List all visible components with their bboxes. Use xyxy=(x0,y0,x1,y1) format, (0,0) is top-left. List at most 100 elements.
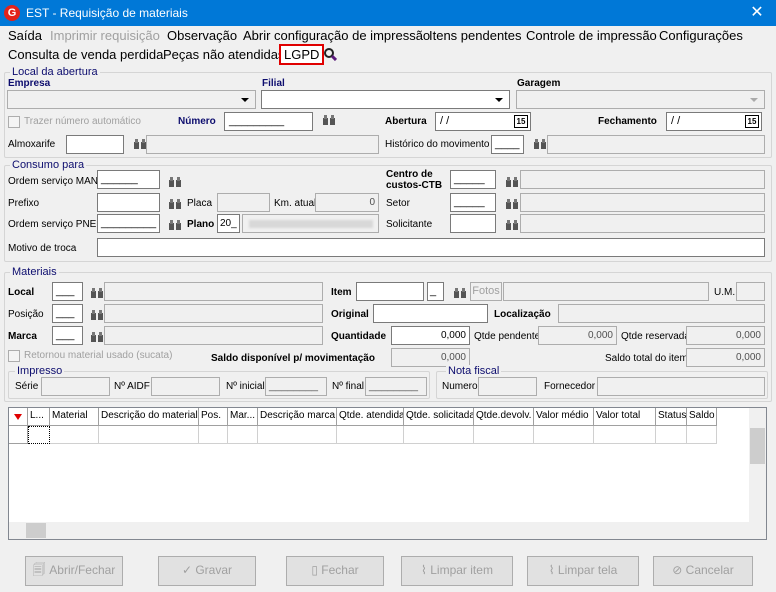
garagem-select[interactable] xyxy=(516,90,765,109)
grid-sort-indicator[interactable] xyxy=(9,408,28,426)
os-pne-input[interactable]: _________ xyxy=(97,214,160,233)
close-button[interactable]: ✕ xyxy=(742,2,772,24)
table-cell[interactable] xyxy=(258,426,337,444)
menu-pecas-nao-atendidas[interactable]: Peças não atendidas xyxy=(163,47,284,62)
table-cell[interactable] xyxy=(687,426,717,444)
table-cell[interactable] xyxy=(337,426,404,444)
menu-lgpd[interactable]: LGPD xyxy=(279,44,325,65)
abertura-date-input[interactable]: / / 15 xyxy=(435,112,531,131)
cancelar-button[interactable]: ⊘ Cancelar xyxy=(653,556,753,586)
binoculars-icon[interactable] xyxy=(91,288,103,301)
binoculars-icon[interactable] xyxy=(506,220,518,233)
km-atual-label: Km. atual xyxy=(274,198,317,209)
horizontal-scrollbar[interactable] xyxy=(9,522,766,539)
menu-observacao[interactable]: Observação xyxy=(167,28,237,43)
item-label: Item xyxy=(331,287,352,298)
binoculars-icon[interactable] xyxy=(506,199,518,212)
fechamento-date-input[interactable]: / / 15 xyxy=(666,112,762,131)
fotos-button[interactable]: Fotos xyxy=(470,282,502,301)
grid-column-header[interactable]: Qtde. atendida xyxy=(337,408,404,426)
grid-column-header[interactable]: Mar... xyxy=(228,408,258,426)
binoculars-icon[interactable] xyxy=(454,288,466,301)
calendar-icon[interactable]: 15 xyxy=(514,115,528,128)
original-input[interactable] xyxy=(373,304,488,323)
motivo-troca-input[interactable] xyxy=(97,238,765,257)
limpar-tela-button[interactable]: ⌇ Limpar tela xyxy=(527,556,639,586)
fornecedor-input xyxy=(597,377,765,396)
table-cell[interactable] xyxy=(474,426,534,444)
marca-input[interactable]: ___ xyxy=(52,326,83,345)
menu-configuracoes[interactable]: Configurações xyxy=(659,28,743,43)
centro-custos-input[interactable]: _____ xyxy=(450,170,496,189)
item-suffix-input[interactable]: _ xyxy=(427,282,444,301)
grid-column-header[interactable]: Status xyxy=(656,408,687,426)
binoculars-icon[interactable] xyxy=(534,139,546,152)
almoxarife-input[interactable] xyxy=(66,135,124,154)
calendar-icon[interactable]: 15 xyxy=(745,115,759,128)
scrollbar-thumb[interactable] xyxy=(26,523,46,538)
table-cell[interactable] xyxy=(656,426,687,444)
table-cell[interactable] xyxy=(228,426,258,444)
table-cell[interactable] xyxy=(28,426,50,444)
binoculars-icon[interactable] xyxy=(506,177,518,190)
table-cell[interactable] xyxy=(594,426,656,444)
retornou-checkbox[interactable] xyxy=(8,350,20,362)
posicao-desc xyxy=(104,304,323,323)
final-input: ________ xyxy=(365,377,427,396)
trazer-numero-checkbox[interactable] xyxy=(8,116,20,128)
posicao-input[interactable]: ___ xyxy=(52,304,83,323)
search-icon[interactable] xyxy=(323,47,337,61)
fechar-button[interactable]: ▯ Fechar xyxy=(286,556,384,586)
grid-column-header[interactable]: Saldo xyxy=(687,408,717,426)
plano-input[interactable]: 20_ xyxy=(217,214,240,233)
filial-select[interactable] xyxy=(261,90,510,109)
materials-grid[interactable]: L... Material Descrição do material Pos. Mar… xyxy=(8,407,767,540)
gravar-button[interactable]: ✓ Gravar xyxy=(158,556,256,586)
binoculars-icon[interactable] xyxy=(169,177,181,190)
item-input[interactable] xyxy=(356,282,424,301)
binoculars-icon[interactable] xyxy=(169,199,181,212)
menu-controle-impressao[interactable]: Controle de impressão xyxy=(526,28,657,43)
abertura-label: Abertura xyxy=(385,116,427,127)
quantidade-input[interactable]: 0,000 xyxy=(391,326,470,345)
setor-input[interactable]: _____ xyxy=(450,193,496,212)
binoculars-icon[interactable] xyxy=(169,220,181,233)
table-cell[interactable] xyxy=(534,426,594,444)
prefixo-input[interactable] xyxy=(97,193,160,212)
table-row[interactable] xyxy=(9,426,749,444)
menu-abrir-configuracao[interactable]: Abrir configuração de impressão xyxy=(243,28,430,43)
menu-itens-pendentes[interactable]: Itens pendentes xyxy=(429,28,522,43)
binoculars-icon[interactable] xyxy=(91,332,103,345)
binoculars-icon[interactable] xyxy=(134,139,146,152)
grid-column-header[interactable]: Qtde. solicitada xyxy=(404,408,474,426)
table-cell[interactable] xyxy=(199,426,228,444)
historico-input[interactable]: ____ xyxy=(491,135,524,154)
grid-column-header[interactable]: Descrição marca xyxy=(258,408,337,426)
os-man-input[interactable]: ______ xyxy=(97,170,160,189)
empresa-select[interactable] xyxy=(7,90,256,109)
abrir-fechar-button[interactable]: 🗐 Abrir/Fechar xyxy=(25,556,123,586)
grid-column-header[interactable]: Qtde.devolv. xyxy=(474,408,534,426)
grid-column-header[interactable]: Valor médio xyxy=(534,408,594,426)
local-input[interactable]: ___ xyxy=(52,282,83,301)
table-cell[interactable] xyxy=(99,426,199,444)
grid-column-header[interactable]: Valor total xyxy=(594,408,656,426)
table-cell[interactable] xyxy=(404,426,474,444)
menu-saida[interactable]: Saída xyxy=(8,28,42,43)
binoculars-icon[interactable] xyxy=(323,115,335,128)
grid-column-header[interactable]: Material xyxy=(50,408,99,426)
limpar-item-button[interactable]: ⌇ Limpar item xyxy=(401,556,513,586)
abrir-fechar-label: Abrir/Fechar xyxy=(49,563,116,577)
grid-column-header[interactable]: L... xyxy=(28,408,50,426)
vertical-scrollbar[interactable] xyxy=(749,408,766,522)
grid-column-header[interactable]: Pos. xyxy=(199,408,228,426)
grid-column-header[interactable]: Descrição do material xyxy=(99,408,199,426)
menu-imprimir-requisicao[interactable]: Imprimir requisição xyxy=(50,28,160,43)
table-cell[interactable] xyxy=(50,426,99,444)
binoculars-icon[interactable] xyxy=(91,310,103,323)
menu-consulta-venda-perdida[interactable]: Consulta de venda perdida xyxy=(8,47,163,62)
window-title: EST - Requisição de materiais xyxy=(26,6,188,20)
numero-input[interactable]: _________ xyxy=(224,112,313,131)
scrollbar-thumb[interactable] xyxy=(750,428,765,464)
solicitante-input[interactable] xyxy=(450,214,496,233)
